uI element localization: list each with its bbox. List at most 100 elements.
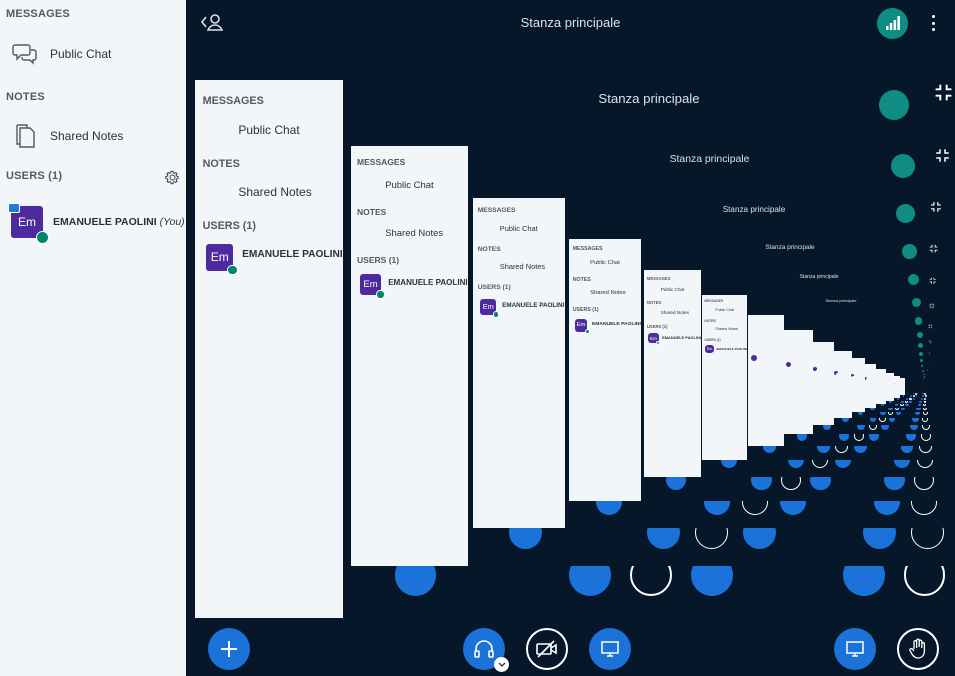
screen-share-button[interactable] (589, 628, 631, 670)
messages-section-label: MESSAGES (646, 275, 671, 281)
connection-signal-icon[interactable] (917, 331, 924, 338)
user-list-sidebar: MESSAGES Public Chat NOTES Shared Notes USER… (351, 146, 468, 566)
exit-fullscreen-icon[interactable] (926, 376, 927, 390)
user-list-sidebar: MESSAGES Public Chat NOTES Shared Notes USER… (644, 270, 701, 477)
exit-fullscreen-icon[interactable] (930, 200, 942, 212)
audio-button[interactable] (463, 628, 509, 672)
user-name: EMANUELE PAOLINI (You) (242, 249, 343, 261)
public-chat-label[interactable]: Public Chat (385, 180, 433, 191)
video-button[interactable] (526, 628, 568, 670)
exit-fullscreen-icon[interactable] (928, 316, 933, 329)
presentation-button[interactable] (922, 395, 924, 398)
public-chat-label[interactable]: Public Chat (590, 260, 620, 266)
public-chat-label[interactable]: Public Chat (715, 308, 734, 312)
user-list-sidebar: MESSAGES Public Chat NOTES Shared Notes … (0, 0, 186, 676)
shared-notes-item[interactable]: Shared Notes (0, 120, 186, 152)
connection-signal-icon[interactable] (911, 297, 921, 308)
plus-button[interactable] (208, 628, 250, 670)
shared-notes-label[interactable]: Shared Notes (715, 327, 737, 331)
plus-button[interactable] (902, 395, 905, 398)
audio-button[interactable] (910, 395, 913, 398)
users-section-label: USERS (1) (646, 323, 668, 329)
notes-section-label: NOTES (646, 300, 662, 305)
video-button[interactable] (912, 395, 915, 398)
exit-fullscreen-icon[interactable] (928, 331, 932, 344)
shared-notes-label[interactable]: Shared Notes (385, 228, 443, 239)
exit-fullscreen-icon[interactable] (926, 358, 928, 372)
shared-notes-label[interactable]: Shared Notes (238, 185, 311, 199)
user-you-tag: (You) (159, 216, 185, 228)
connection-signal-icon[interactable] (923, 378, 925, 380)
connection-signal-icon[interactable] (914, 317, 922, 325)
kebab-menu-icon[interactable] (931, 15, 935, 31)
shared-notes-label[interactable]: Shared Notes (500, 262, 545, 271)
plus-button[interactable] (906, 392, 909, 395)
connection-signal-icon[interactable] (919, 352, 924, 357)
exit-fullscreen-icon[interactable] (926, 351, 929, 365)
exit-fullscreen-icon[interactable] (925, 364, 927, 378)
shared-notes-label[interactable]: Shared Notes (590, 290, 626, 296)
headphones-icon (474, 640, 494, 658)
public-chat-label[interactable]: Public Chat (238, 123, 299, 137)
user-list-sidebar (876, 369, 886, 404)
public-chat-item[interactable]: Public Chat (0, 38, 186, 70)
exit-fullscreen-icon[interactable] (925, 369, 927, 383)
exit-fullscreen-icon[interactable] (929, 296, 935, 309)
connection-signal-icon[interactable] (877, 8, 908, 39)
gear-icon[interactable] (165, 170, 180, 190)
notes-icon (0, 123, 50, 149)
avatar (786, 361, 793, 368)
connection-signal-icon[interactable] (918, 343, 923, 349)
raise-hand-button[interactable] (897, 628, 939, 670)
chevron-down-icon[interactable] (494, 657, 509, 672)
connection-signal-icon[interactable] (907, 273, 920, 286)
audio-status-icon (865, 377, 868, 380)
avatar (900, 382, 902, 385)
messages-section-label: MESSAGES (477, 206, 516, 214)
public-chat-label: Public Chat (50, 47, 112, 61)
audio-status-icon (900, 382, 902, 385)
exit-fullscreen-icon[interactable] (925, 373, 927, 387)
user-name: EMANUELE PAOLINI (You) (662, 335, 701, 341)
shared-notes-label: Shared Notes (50, 129, 124, 143)
audio-status-icon (376, 290, 385, 299)
screen-share-button[interactable] (916, 392, 919, 395)
user-list-sidebar: MESSAGES Public Chat NOTES Shared Notes USER… (702, 295, 747, 460)
exit-fullscreen-icon[interactable] (934, 83, 953, 102)
raise-hand-button[interactable] (924, 392, 926, 395)
connection-signal-icon[interactable] (891, 153, 915, 178)
presentation-button[interactable] (834, 628, 876, 670)
screen-share-button[interactable] (915, 395, 918, 398)
connection-signal-icon[interactable] (902, 243, 917, 259)
public-chat-label[interactable]: Public Chat (500, 224, 538, 233)
connection-signal-icon[interactable] (896, 203, 915, 223)
exit-fullscreen-icon[interactable] (929, 240, 938, 253)
connection-signal-icon[interactable] (920, 364, 924, 368)
exit-fullscreen-icon[interactable] (929, 271, 936, 284)
messages-section-label: MESSAGES (6, 8, 70, 20)
shared-notes-label[interactable]: Shared Notes (661, 310, 689, 315)
connection-signal-icon[interactable] (922, 373, 925, 376)
exit-fullscreen-icon[interactable] (935, 148, 950, 163)
exit-fullscreen-icon[interactable] (927, 342, 930, 356)
exit-fullscreen-icon[interactable] (925, 378, 926, 392)
page-title: Stanza principale (520, 15, 621, 30)
connection-signal-icon[interactable] (921, 369, 924, 372)
avatar: Em (574, 318, 590, 335)
public-chat-label[interactable]: Public Chat (661, 287, 685, 292)
users-section-label: USERS (1) (572, 307, 599, 314)
messages-section-label: MESSAGES (357, 157, 406, 168)
audio-status-icon (790, 365, 793, 368)
connection-signal-icon[interactable] (879, 89, 910, 121)
connection-signal-icon[interactable] (920, 358, 924, 363)
audio-status-icon (36, 231, 49, 244)
raise-hand-button[interactable] (924, 395, 927, 398)
user-name: EMANUELE PAOLINI (You) (591, 321, 641, 327)
user-list-sidebar: MESSAGES Public Chat NOTES Shared Notes USER… (195, 80, 343, 618)
avatar: Em (705, 345, 716, 355)
avatar (876, 379, 879, 382)
chat-bubbles-icon (0, 42, 50, 66)
user-list-item[interactable]: Em EMANUELE PAOLINI (You) (0, 203, 186, 244)
messages-section-label: MESSAGES (202, 94, 264, 107)
notes-section-label: NOTES (572, 276, 591, 283)
